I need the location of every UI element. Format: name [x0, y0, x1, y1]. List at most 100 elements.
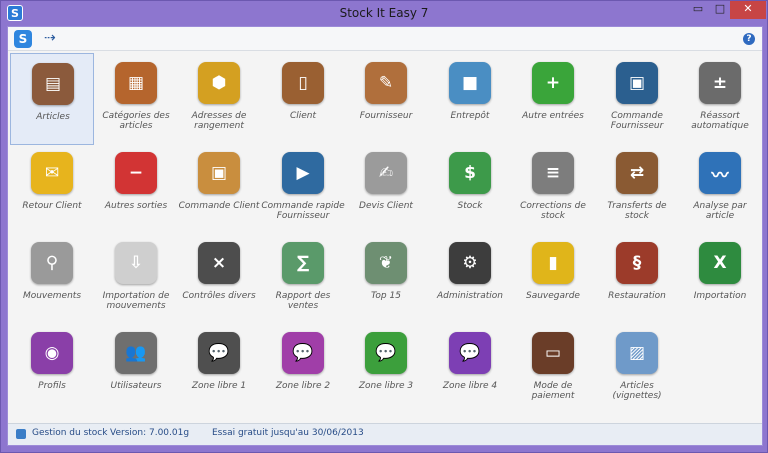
module-label: Analyse par article: [693, 201, 747, 221]
calculator-icon: ±: [699, 62, 741, 104]
module-tile[interactable]: 💬 Zone libre 3: [344, 323, 428, 415]
module-tile[interactable]: 💬 Zone libre 4: [428, 323, 512, 415]
close-button[interactable]: ✕: [730, 1, 766, 19]
module-label: Restauration: [608, 291, 666, 301]
toggles-icon: ≡: [532, 152, 574, 194]
module-tile[interactable]: ▣ Commande Fournisseur: [595, 53, 679, 145]
module-tile[interactable]: ✎ Fournisseur: [344, 53, 428, 145]
module-label: Zone libre 1: [191, 381, 247, 391]
module-label: Commande rapide Fournisseur: [261, 201, 345, 221]
module-label: Client: [289, 111, 317, 121]
book-pen-icon: ✎: [365, 62, 407, 104]
module-tile[interactable]: ▶ Commande rapide Fournisseur: [261, 143, 345, 235]
module-tile[interactable]: ⇩ Importation de mouvements: [94, 233, 178, 325]
module-label: Sauvegarde: [526, 291, 580, 301]
module-tile[interactable]: ⇄ Transferts de stock: [595, 143, 679, 235]
module-tile[interactable]: ⬢ Adresses de rangement: [177, 53, 261, 145]
app-window: S Stock It Easy 7 ▭ □ ✕ S ⇢ ? ▤ Articles ▦…: [0, 0, 768, 453]
line-chart-icon: 〰: [699, 152, 741, 194]
spring-icon: §: [616, 242, 658, 284]
module-label: Retour Client: [22, 201, 82, 211]
dollar-sheet-icon: $: [449, 152, 491, 194]
module-tile[interactable]: 💬 Zone libre 1: [177, 323, 261, 415]
address-book-icon: ▤: [32, 63, 74, 105]
module-tile[interactable]: ± Réassort automatique: [678, 53, 762, 145]
module-label: Importation de mouvements: [102, 291, 170, 311]
module-tile[interactable]: ⚙ Administration: [428, 233, 512, 325]
speech-bubble-green-icon: 💬: [365, 332, 407, 374]
module-tile[interactable]: § Restauration: [595, 233, 679, 325]
module-label: Corrections de stock: [520, 201, 586, 221]
module-tile[interactable]: ▦ Catégories des articles: [94, 53, 178, 145]
status-trial: Essai gratuit jusqu'au 30/06/2013: [212, 428, 364, 438]
notebook-icon: ▮: [532, 242, 574, 284]
module-tile[interactable]: ▭ Mode de paiement: [511, 323, 595, 415]
module-tile[interactable]: ✉ Retour Client: [10, 143, 94, 235]
status-mode: Gestion du stock: [32, 428, 108, 438]
module-tile[interactable]: 👥 Utilisateurs: [94, 323, 178, 415]
module-label: Zone libre 2: [275, 381, 331, 391]
module-label: Top 15: [371, 291, 401, 301]
calendar-minus-icon: −: [115, 152, 157, 194]
wooden-crate-icon: ▦: [115, 62, 157, 104]
module-tile[interactable]: 💬 Zone libre 2: [261, 323, 345, 415]
module-tile[interactable]: ≡ Corrections de stock: [511, 143, 595, 235]
module-label: Profils: [38, 381, 66, 391]
module-label: Catégories des articles: [102, 111, 170, 131]
module-label: Transferts de stock: [607, 201, 667, 221]
module-tile[interactable]: ■ Entrepôt: [428, 53, 512, 145]
module-tile[interactable]: ◉ Profils: [10, 323, 94, 415]
help-icon[interactable]: ?: [743, 33, 755, 45]
module-tile[interactable]: $ Stock: [428, 143, 512, 235]
module-label: Commande Client: [178, 201, 260, 211]
module-tile[interactable]: ▤ Articles: [10, 53, 94, 145]
module-label: Importation: [693, 291, 747, 301]
module-label: Adresses de rangement: [191, 111, 247, 131]
transfer-icon: ⇄: [616, 152, 658, 194]
contacts-book-icon: ▯: [282, 62, 324, 104]
module-tile[interactable]: ▨ Articles (vignettes): [595, 323, 679, 415]
module-tile[interactable]: ❦ Top 15: [344, 233, 428, 325]
calendar-plus-icon: +: [532, 62, 574, 104]
navigate-arrow-icon[interactable]: ⇢: [44, 30, 56, 46]
module-tile[interactable]: ∑ Rapport des ventes: [261, 233, 345, 325]
module-tile[interactable]: × Contrôles divers: [177, 233, 261, 325]
package-icon: ▣: [616, 62, 658, 104]
module-tile[interactable]: ▯ Client: [261, 53, 345, 145]
module-label: Autres sorties: [104, 201, 168, 211]
module-tile[interactable]: ▣ Commande Client: [177, 143, 261, 235]
import-tray-icon: ⇩: [115, 242, 157, 284]
wallet-cards-icon: ▭: [532, 332, 574, 374]
module-tile[interactable]: X Importation: [678, 233, 762, 325]
module-label: Autre entrées: [522, 111, 584, 121]
module-tile[interactable]: − Autres sorties: [94, 143, 178, 235]
module-tile[interactable]: + Autre entrées: [511, 53, 595, 145]
module-label: Zone libre 3: [358, 381, 414, 391]
module-label: Mouvements: [22, 291, 82, 301]
photo-icon: ▨: [616, 332, 658, 374]
module-tile[interactable]: ▮ Sauvegarde: [511, 233, 595, 325]
module-label: Fournisseur: [359, 111, 413, 121]
module-tile[interactable]: 〰 Analyse par article: [678, 143, 762, 235]
status-version: Version: 7.00.01g: [110, 428, 190, 438]
module-label: Commande Fournisseur: [610, 111, 664, 131]
module-label: Contrôles divers: [182, 291, 256, 301]
podcast-icon: ◉: [31, 332, 73, 374]
module-label: Stock: [457, 201, 483, 211]
status-bar: Gestion du stock Version: 7.00.01g Essai…: [8, 423, 762, 445]
module-label: Utilisateurs: [110, 381, 162, 391]
toolbar: S ⇢ ?: [8, 27, 762, 51]
excel-icon: X: [699, 242, 741, 284]
module-label: Administration: [436, 291, 503, 301]
module-label: Articles (vignettes): [612, 381, 662, 401]
title-bar[interactable]: S Stock It Easy 7 ▭ □ ✕: [1, 1, 767, 26]
module-tile[interactable]: ⚲ Mouvements: [10, 233, 94, 325]
module-grid: ▤ Articles ▦ Catégories des articles ⬢ Adress…: [10, 53, 760, 418]
honeycomb-icon: ⬢: [198, 62, 240, 104]
stockiteasy-logo-icon[interactable]: S: [14, 30, 32, 48]
gears-panel-icon: ⚙: [449, 242, 491, 284]
module-tile[interactable]: ✍ Devis Client: [344, 143, 428, 235]
speech-bubble-dark-icon: 💬: [198, 332, 240, 374]
calculator-keys-icon: ×: [198, 242, 240, 284]
module-label: Mode de paiement: [531, 381, 575, 401]
